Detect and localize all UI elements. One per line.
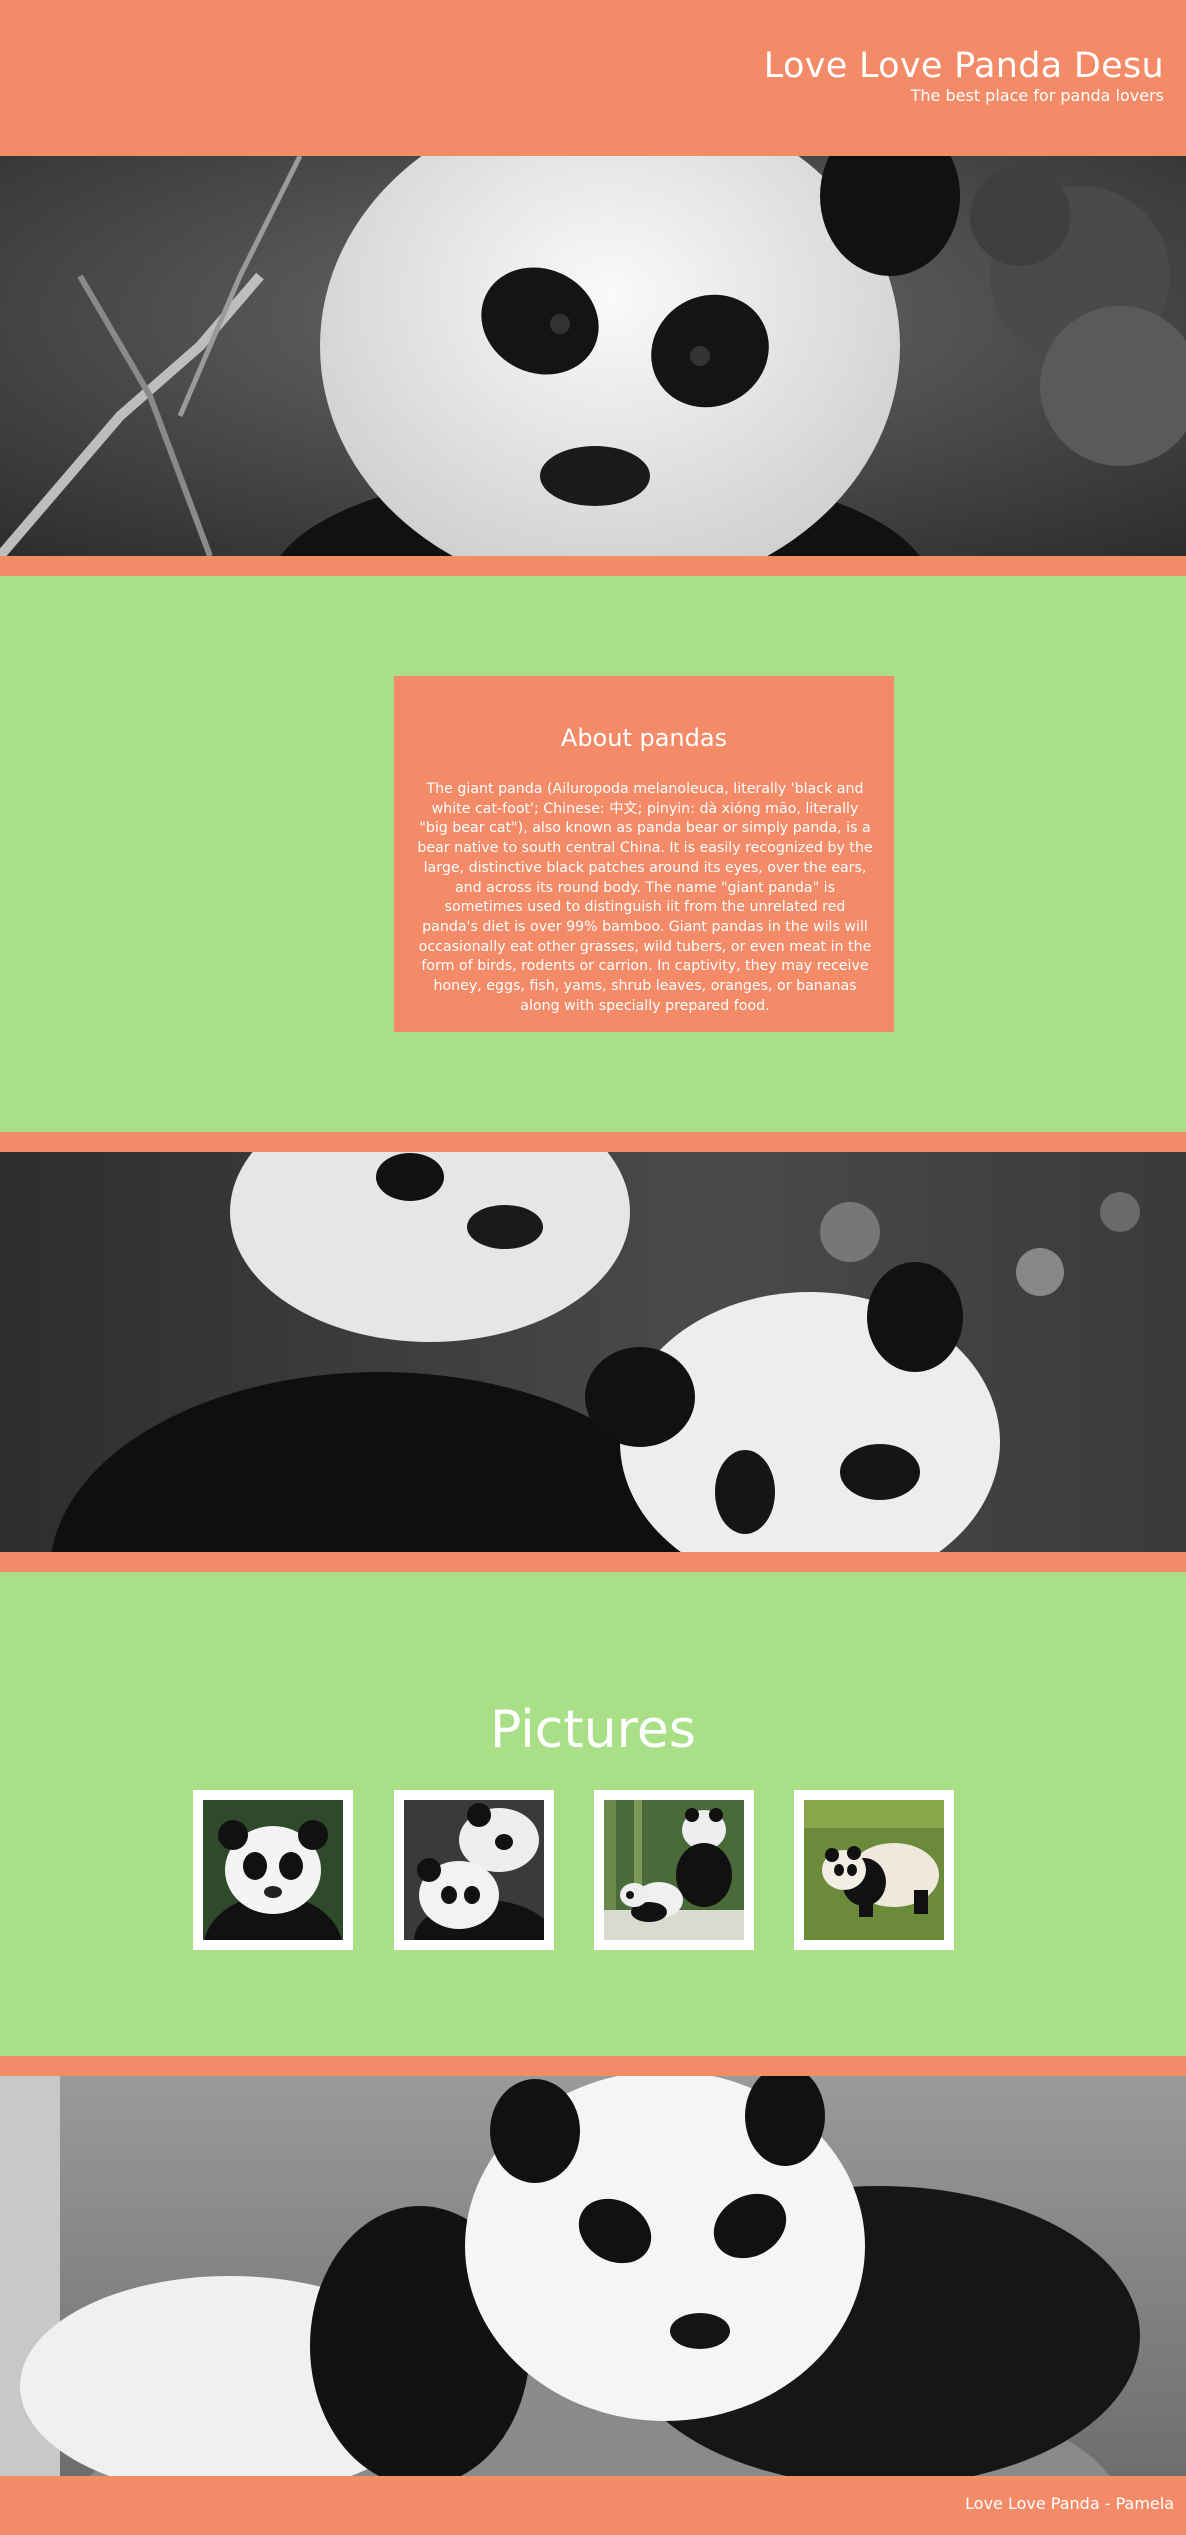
panda-portrait-photo	[203, 1800, 343, 1940]
picture-thumbnail-4[interactable]	[794, 1790, 954, 1950]
site-header: Love Love Panda Desu The best place for …	[0, 0, 1186, 156]
panda-family-photo	[604, 1800, 744, 1940]
about-card: About pandas The giant panda (Ailuropoda…	[394, 676, 894, 1032]
picture-thumbnail-1[interactable]	[193, 1790, 353, 1950]
picture-thumbnail-2[interactable]	[394, 1790, 554, 1950]
about-section: About pandas The giant panda (Ailuropoda…	[0, 576, 1186, 1132]
panda-resting-banner	[0, 2076, 1186, 2476]
site-subtitle: The best place for panda lovers	[910, 86, 1164, 105]
footer-text: Love Love Panda - Pamela	[965, 2494, 1174, 2513]
about-title: About pandas	[560, 724, 728, 752]
panda-pair-photo	[404, 1800, 544, 1940]
panda-on-grass-photo	[804, 1800, 944, 1940]
picture-thumbnail-3[interactable]	[594, 1790, 754, 1950]
pictures-section: Pictures	[0, 1572, 1186, 2056]
site-title: Love Love Panda Desu	[763, 46, 1164, 86]
panda-closeup-banner	[0, 156, 1186, 556]
pictures-title: Pictures	[490, 1700, 696, 1760]
about-text: The giant panda (Ailuropoda melanoleuca,…	[417, 781, 873, 1014]
two-pandas-banner	[0, 1152, 1186, 1552]
